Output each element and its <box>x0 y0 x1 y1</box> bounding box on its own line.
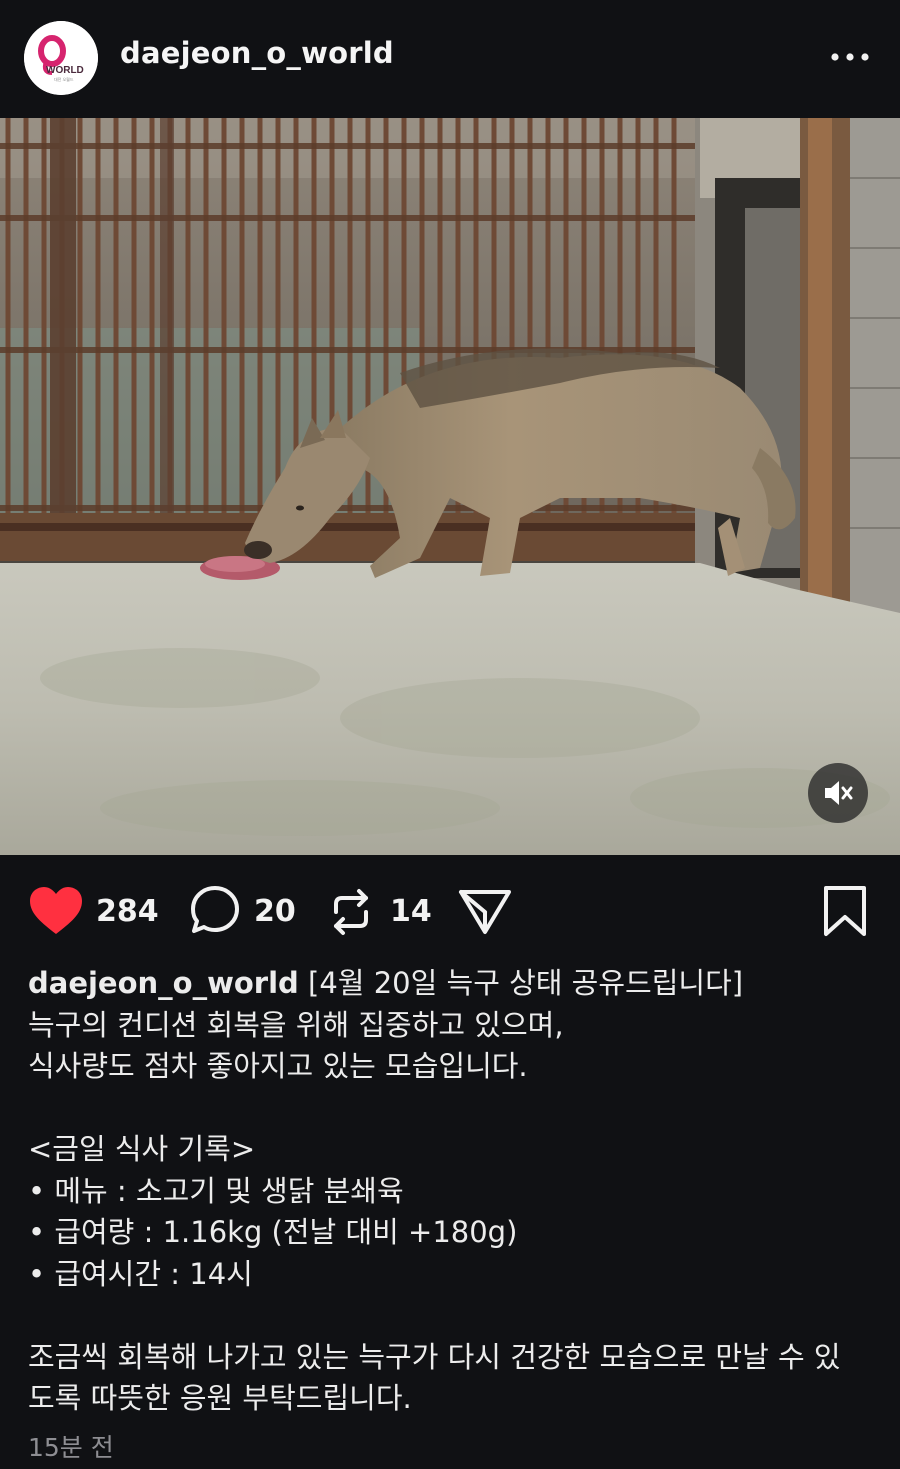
repost-count[interactable]: 14 <box>390 894 432 929</box>
mute-button[interactable] <box>808 763 868 823</box>
like-button[interactable] <box>28 884 84 940</box>
heart-filled-icon <box>30 887 82 934</box>
caption-username[interactable]: daejeon_o_world <box>28 966 299 1000</box>
caption-first-line: daejeon_o_world [4월 20일 늑구 상태 공유드립니다] <box>28 963 878 1005</box>
action-bar: 284 20 14 <box>0 870 900 954</box>
comment-button[interactable] <box>189 884 241 940</box>
wolf-enclosure-image <box>0 118 900 855</box>
share-button[interactable] <box>457 884 513 940</box>
post-video[interactable] <box>0 118 900 855</box>
post-header: WORLD 대전 오월드 daejeon_o_world <box>0 0 900 118</box>
caption-bullet-time: • 급여시간 : 14시 <box>28 1256 253 1291</box>
speaker-muted-icon <box>825 781 853 805</box>
caption-line: 조금씩 회복해 나가고 있는 늑구가 다시 건강한 모습으로 만날 수 있 <box>28 1339 841 1374</box>
caption-section-heading: <금일 식사 기록> <box>28 1132 256 1166</box>
bookmark-icon <box>824 886 866 936</box>
more-options-icon[interactable] <box>828 45 872 69</box>
caption-line: 늑구의 컨디션 회복을 위해 집중하고 있으며, <box>28 1007 564 1042</box>
comment-count[interactable]: 20 <box>254 894 296 929</box>
logo-text: WORLD <box>46 65 84 76</box>
send-icon <box>459 890 511 934</box>
svg-text:대전 오월드: 대전 오월드 <box>54 76 74 82</box>
repost-button[interactable] <box>328 884 374 940</box>
post-timestamp: 15분 전 <box>28 1433 114 1462</box>
save-button[interactable] <box>822 884 868 940</box>
post-caption: daejeon_o_world [4월 20일 늑구 상태 공유드립니다] 늑구… <box>28 963 878 1420</box>
repost-icon <box>334 889 368 935</box>
caption-bullet-menu: • 메뉴 : 소고기 및 생닭 분쇄육 <box>28 1173 404 1208</box>
caption-bullet-amount: • 급여량 : 1.16kg (전날 대비 +180g) <box>28 1215 518 1249</box>
comment-bubble-icon <box>191 886 239 933</box>
header-username[interactable]: daejeon_o_world <box>120 36 394 70</box>
caption-line: 식사량도 점차 좋아지고 있는 모습입니다. <box>28 1049 528 1083</box>
like-count[interactable]: 284 <box>96 894 159 929</box>
caption-line: 도록 따뜻한 응원 부탁드립니다. <box>28 1381 412 1415</box>
o-world-logo: WORLD 대전 오월드 <box>24 21 98 95</box>
profile-avatar[interactable]: WORLD 대전 오월드 <box>24 21 98 95</box>
caption-title: [4월 20일 늑구 상태 공유드립니다] <box>298 966 744 1000</box>
